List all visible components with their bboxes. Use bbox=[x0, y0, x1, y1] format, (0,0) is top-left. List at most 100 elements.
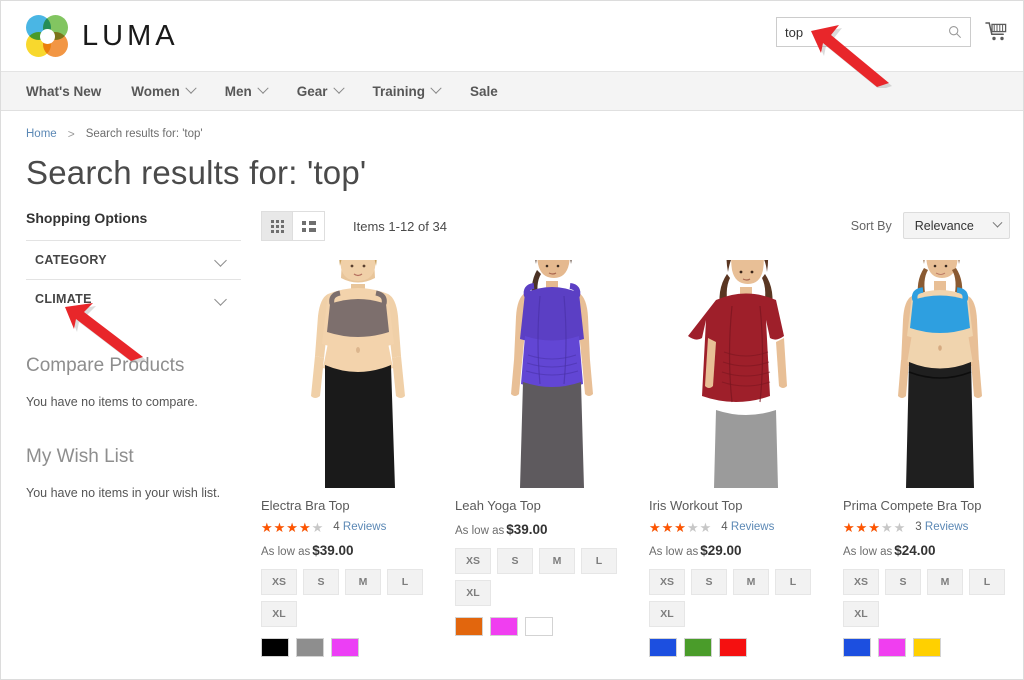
color-options bbox=[649, 638, 843, 657]
nav-item-gear[interactable]: Gear bbox=[297, 82, 345, 99]
size-option[interactable]: S bbox=[303, 569, 339, 595]
product-image-prima-compete-bra-top[interactable] bbox=[843, 260, 1023, 488]
search-box[interactable] bbox=[776, 17, 971, 47]
color-options bbox=[455, 617, 649, 636]
chevron-down-icon bbox=[332, 82, 345, 94]
size-options: XS S M L XL bbox=[843, 569, 1019, 627]
grid-view-button[interactable] bbox=[261, 211, 293, 241]
chevron-down-icon bbox=[257, 82, 269, 94]
nav-label: Men bbox=[224, 83, 252, 99]
product-image-leah-yoga-top[interactable] bbox=[455, 260, 649, 488]
product-rating[interactable]: ★★★★★ ★★★★★ 4 Reviews bbox=[261, 520, 455, 534]
color-swatch[interactable] bbox=[719, 638, 747, 657]
color-swatch[interactable] bbox=[490, 617, 518, 636]
nav-item-sale[interactable]: Sale bbox=[470, 84, 498, 99]
size-option[interactable]: M bbox=[927, 569, 963, 595]
size-option[interactable]: XS bbox=[649, 569, 685, 595]
site-logo[interactable]: LUMA bbox=[26, 15, 179, 57]
star-rating-icon: ★★★★★ ★★★★★ bbox=[261, 519, 325, 535]
color-options bbox=[843, 638, 1023, 657]
product-card: Leah Yoga Top As low as $39.00 XS S M L X… bbox=[455, 260, 649, 657]
size-option[interactable]: L bbox=[581, 548, 617, 574]
product-name[interactable]: Prima Compete Bra Top bbox=[843, 498, 1023, 513]
sort-by-value: Relevance bbox=[914, 218, 974, 233]
nav-item-whats-new[interactable]: What's New bbox=[26, 84, 101, 99]
color-swatch[interactable] bbox=[331, 638, 359, 657]
product-card: Prima Compete Bra Top ★★★★★ ★★★★★ 3 Revi… bbox=[843, 260, 1023, 657]
color-swatch[interactable] bbox=[843, 638, 871, 657]
nav-item-training[interactable]: Training bbox=[373, 82, 442, 99]
nav-item-men[interactable]: Men bbox=[224, 82, 269, 99]
size-option[interactable]: S bbox=[691, 569, 727, 595]
filter-climate[interactable]: CLIMATE bbox=[26, 279, 241, 318]
size-option[interactable]: M bbox=[345, 569, 381, 595]
color-swatch[interactable] bbox=[455, 617, 483, 636]
list-view-button[interactable] bbox=[293, 211, 325, 241]
logo-text: LUMA bbox=[82, 19, 179, 52]
nav-label: Sale bbox=[470, 83, 498, 99]
wishlist-empty-text: You have no items in your wish list. bbox=[26, 486, 221, 500]
product-price: As low as $24.00 bbox=[843, 543, 1023, 558]
size-option[interactable]: L bbox=[775, 569, 811, 595]
product-name[interactable]: Electra Bra Top bbox=[261, 498, 455, 513]
product-rating[interactable]: ★★★★★ ★★★★★ 3 Reviews bbox=[843, 519, 1023, 535]
product-price: As low as $29.00 bbox=[649, 543, 843, 558]
items-count: Items 1-12 of 34 bbox=[353, 218, 447, 234]
product-image-electra-bra-top[interactable] bbox=[261, 260, 455, 488]
star-rating-icon: ★★★★★ ★★★★★ bbox=[843, 519, 907, 535]
size-option[interactable]: XL bbox=[649, 601, 685, 627]
main-content: Items 1-12 of 34 Sort By Relevance ⬇ bbox=[261, 210, 1023, 657]
reviews-count: 4 bbox=[721, 521, 728, 533]
reviews-link[interactable]: 4 Reviews bbox=[721, 521, 774, 533]
breadcrumb-home-link[interactable]: Home bbox=[26, 128, 57, 140]
size-option[interactable]: XS bbox=[455, 548, 491, 574]
search-icon[interactable] bbox=[948, 25, 962, 39]
color-swatch[interactable] bbox=[296, 638, 324, 657]
color-swatch[interactable] bbox=[525, 617, 553, 636]
size-option[interactable]: S bbox=[885, 569, 921, 595]
size-option[interactable]: XL bbox=[843, 601, 879, 627]
product-card: Iris Workout Top ★★★★★ ★★★★★ 4 Reviews A… bbox=[649, 260, 843, 657]
product-card: Electra Bra Top ★★★★★ ★★★★★ 4 Reviews As… bbox=[261, 260, 455, 657]
size-option[interactable]: XS bbox=[261, 569, 297, 595]
product-rating[interactable]: ★★★★★ ★★★★★ 4 Reviews bbox=[649, 520, 843, 534]
site-header: LUMA bbox=[1, 1, 1023, 71]
wishlist-heading: My Wish List bbox=[26, 446, 134, 467]
product-image-iris-workout-top[interactable] bbox=[649, 260, 843, 488]
size-option[interactable]: XL bbox=[261, 601, 297, 627]
shopping-cart-icon[interactable] bbox=[985, 21, 1009, 43]
filter-label: CATEGORY bbox=[35, 253, 107, 267]
color-swatch[interactable] bbox=[261, 638, 289, 657]
breadcrumb-separator-icon: > bbox=[67, 127, 75, 141]
sort-by-select[interactable]: Relevance bbox=[902, 212, 1010, 239]
color-swatch[interactable] bbox=[913, 638, 941, 657]
reviews-label: Reviews bbox=[924, 521, 969, 533]
search-input[interactable] bbox=[785, 24, 945, 40]
size-options: XS S M L XL bbox=[649, 569, 825, 627]
filter-category[interactable]: CATEGORY bbox=[26, 240, 241, 279]
size-option[interactable]: L bbox=[969, 569, 1005, 595]
size-options: XS S M L XL bbox=[261, 569, 437, 627]
color-swatch[interactable] bbox=[878, 638, 906, 657]
products-toolbar: Items 1-12 of 34 Sort By Relevance ⬇ bbox=[261, 210, 1023, 242]
reviews-link[interactable]: 4 Reviews bbox=[333, 521, 386, 533]
nav-label: What's New bbox=[26, 83, 102, 99]
product-price: As low as $39.00 bbox=[455, 522, 649, 537]
size-option[interactable]: M bbox=[733, 569, 769, 595]
size-option[interactable]: L bbox=[387, 569, 423, 595]
size-option[interactable]: XL bbox=[455, 580, 491, 606]
main-navigation: What's New Women Men Gear Training Sale bbox=[1, 71, 1023, 111]
reviews-link[interactable]: 3 Reviews bbox=[915, 521, 968, 533]
product-name[interactable]: Iris Workout Top bbox=[649, 498, 843, 513]
nav-item-women[interactable]: Women bbox=[131, 82, 197, 99]
color-swatch[interactable] bbox=[684, 638, 712, 657]
list-view-icon bbox=[301, 220, 316, 232]
size-option[interactable]: S bbox=[497, 548, 533, 574]
color-swatch[interactable] bbox=[649, 638, 677, 657]
size-option[interactable]: M bbox=[539, 548, 575, 574]
price-value: $39.00 bbox=[506, 522, 548, 537]
grid-view-icon bbox=[270, 219, 284, 233]
breadcrumb: Home > Search results for: 'top' bbox=[26, 127, 1023, 141]
product-name[interactable]: Leah Yoga Top bbox=[455, 498, 649, 513]
size-option[interactable]: XS bbox=[843, 569, 879, 595]
